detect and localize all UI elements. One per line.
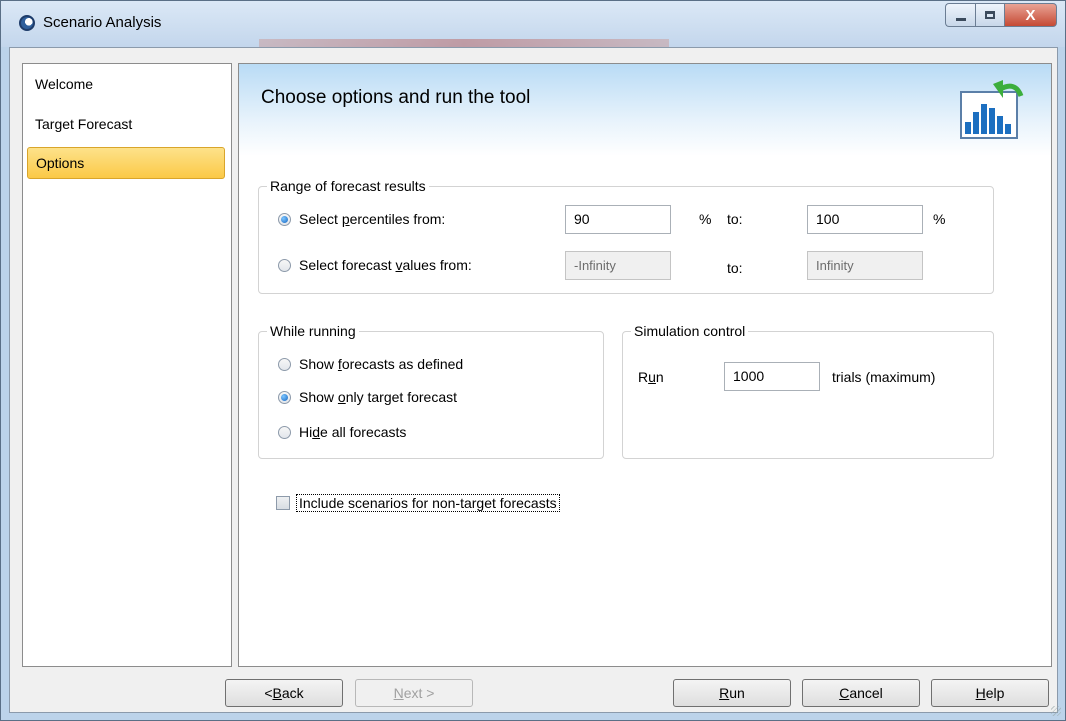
values-radio[interactable]: [278, 258, 291, 272]
maximize-icon: [985, 11, 995, 19]
app-icon: [19, 15, 35, 31]
values-label: Select forecast values from:: [299, 257, 472, 273]
value-to-input[interactable]: Infinity: [807, 251, 923, 280]
cancel-button[interactable]: Cancel: [802, 679, 920, 707]
chart-refresh-icon: [960, 80, 1024, 139]
trials-input[interactable]: 1000: [724, 362, 820, 391]
back-button[interactable]: < Back: [225, 679, 343, 707]
run-button[interactable]: Run: [673, 679, 791, 707]
nav-item-welcome[interactable]: Welcome: [27, 69, 225, 101]
percent-sign-to: %: [933, 211, 946, 227]
hide-all-forecasts-option[interactable]: Hide all forecasts: [278, 424, 406, 440]
show-forecasts-defined-option[interactable]: Show forecasts as defined: [278, 356, 463, 372]
next-button[interactable]: Next >: [355, 679, 473, 707]
include-non-target-option[interactable]: Include scenarios for non-target forecas…: [276, 494, 560, 512]
hide-all-forecasts-radio[interactable]: [278, 425, 291, 439]
minimize-icon: [955, 17, 966, 21]
value-to-label: to:: [727, 260, 743, 276]
values-option[interactable]: Select forecast values from:: [278, 257, 472, 273]
wizard-nav: Welcome Target Forecast Options: [22, 63, 232, 667]
show-target-only-radio[interactable]: [278, 390, 291, 404]
scenario-analysis-window: Scenario Analysis X Welcome Target Forec…: [0, 0, 1066, 721]
percentile-from-input[interactable]: 90: [565, 205, 671, 234]
panel-header: Choose options and run the tool: [239, 64, 1051, 156]
maximize-button[interactable]: [975, 3, 1005, 27]
value-from-input[interactable]: -Infinity: [565, 251, 671, 280]
percentile-to-input[interactable]: 100: [807, 205, 923, 234]
page-title: Choose options and run the tool: [261, 87, 531, 108]
caption-buttons: X: [945, 3, 1057, 29]
title-bar-glow: [259, 39, 669, 47]
percentiles-option[interactable]: Select percentiles from:: [278, 211, 445, 227]
percentile-to-label: to:: [727, 211, 743, 227]
resize-grip[interactable]: [1051, 706, 1061, 716]
close-button[interactable]: X: [1005, 3, 1057, 27]
close-icon: X: [1025, 6, 1036, 24]
include-non-target-checkbox[interactable]: [276, 496, 290, 510]
run-trials-label: Run: [638, 369, 664, 385]
minimize-button[interactable]: [945, 3, 975, 27]
nav-item-options[interactable]: Options: [27, 147, 225, 179]
percentiles-radio[interactable]: [278, 212, 291, 226]
show-forecasts-defined-radio[interactable]: [278, 357, 291, 371]
percentiles-label: Select percentiles from:: [299, 211, 446, 227]
help-button[interactable]: Help: [931, 679, 1049, 707]
title-bar[interactable]: Scenario Analysis X: [1, 1, 1065, 47]
simulation-control-group: Simulation control: [622, 323, 994, 459]
show-forecasts-defined-label: Show forecasts as defined: [299, 356, 464, 372]
percent-sign-from: %: [699, 211, 712, 227]
nav-item-target-forecast[interactable]: Target Forecast: [27, 109, 225, 141]
range-legend: Range of forecast results: [270, 178, 426, 194]
trials-maximum-label: trials (maximum): [832, 369, 936, 385]
while-running-legend: While running: [270, 323, 356, 339]
show-target-only-option[interactable]: Show only target forecast: [278, 389, 457, 405]
include-non-target-label: Include scenarios for non-target forecas…: [296, 494, 560, 512]
simulation-control-legend: Simulation control: [634, 323, 746, 339]
window-title: Scenario Analysis: [43, 14, 162, 31]
hide-all-forecasts-label: Hide all forecasts: [299, 424, 407, 440]
show-target-only-label: Show only target forecast: [299, 389, 457, 405]
options-panel: Choose options and run the tool Range of…: [238, 63, 1052, 667]
